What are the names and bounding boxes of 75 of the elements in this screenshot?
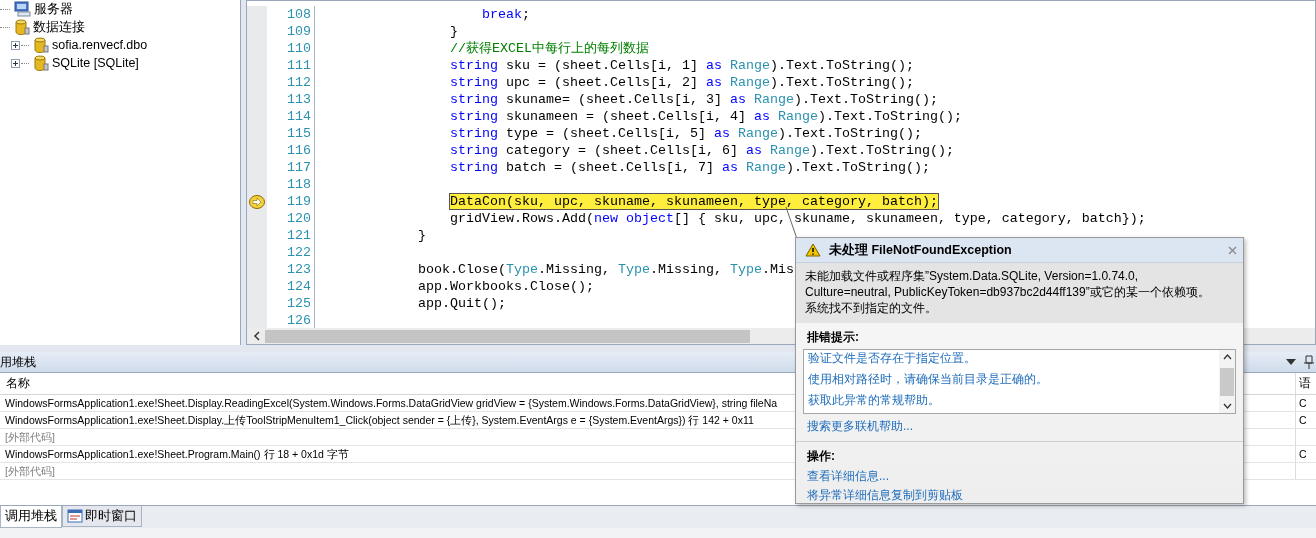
- line-number: 114: [286, 108, 311, 125]
- code-line: //获得EXCEL中每行上的每列数据: [450, 41, 649, 56]
- line-number: 120: [286, 210, 311, 227]
- window-icon: [67, 509, 83, 523]
- code-line: string sku = (sheet.Cells[i, 1] as Range).Text.ToString();: [450, 58, 914, 73]
- line-number: 124: [286, 278, 311, 295]
- code-line: break;: [481, 7, 530, 22]
- exception-title: 未处理 FileNotFoundException: [829, 241, 1012, 259]
- tip-link[interactable]: 使用相对路径时，请确保当前目录是正确的。: [808, 371, 1048, 392]
- tree-item[interactable]: sofia.renvecf.dbo: [52, 38, 148, 52]
- panel-title: 用堆栈: [0, 353, 36, 371]
- close-icon[interactable]: [1228, 245, 1237, 255]
- pin-icon[interactable]: [1304, 355, 1314, 369]
- tip-link[interactable]: 获取此异常的常规帮助。: [808, 392, 940, 413]
- dropdown-icon[interactable]: [1286, 359, 1296, 365]
- code-line: }: [418, 228, 426, 243]
- code-line: book.Close(Type.Missing, Type.Missing, Type.Mis: [418, 262, 794, 277]
- stack-frame[interactable]: [外部代码]: [5, 431, 55, 443]
- tree-item[interactable]: 服务器: [34, 0, 73, 18]
- line-number: 121: [286, 227, 311, 244]
- panel-tab[interactable]: 调用堆栈: [0, 506, 62, 528]
- line-number: 125: [286, 295, 311, 312]
- line-number: 123: [286, 261, 311, 278]
- database-icon: [14, 19, 30, 35]
- vertical-scrollbar[interactable]: [1219, 350, 1235, 413]
- code-line: app.Quit();: [418, 296, 506, 311]
- line-number: 110: [286, 40, 311, 57]
- scroll-left-icon[interactable]: [253, 331, 261, 341]
- scroll-down-icon[interactable]: [1222, 403, 1232, 409]
- language-cell: C: [1299, 414, 1307, 426]
- code-line: string skuname= (sheet.Cells[i, 3] as Range).Text.ToString();: [450, 92, 938, 107]
- line-number: 113: [286, 91, 311, 108]
- tip-link[interactable]: 验证文件是否存在于指定位置。: [808, 350, 976, 371]
- line-number: 119: [286, 193, 311, 210]
- language-cell: C: [1299, 397, 1307, 409]
- line-number: 112: [286, 74, 311, 91]
- section-heading: 操作:: [806, 448, 836, 465]
- code-line: string batch = (sheet.Cells[i, 7] as Range).Text.ToString();: [450, 160, 930, 175]
- line-number: 122: [286, 244, 311, 261]
- line-number: 115: [286, 125, 311, 142]
- line-number: 116: [286, 142, 311, 159]
- code-line: string upc = (sheet.Cells[i, 2] as Range).Text.ToString();: [450, 75, 914, 90]
- code-line: string type = (sheet.Cells[i, 5] as Range).Text.ToString();: [450, 126, 922, 141]
- expand-icon[interactable]: [11, 58, 20, 68]
- tree-item[interactable]: SQLite [SQLite]: [52, 56, 139, 70]
- section-heading: 排错提示:: [806, 329, 860, 346]
- line-number: 111: [286, 57, 311, 74]
- stack-frame[interactable]: WindowsFormsApplication1.exe!Sheet.Display.上传ToolStripMenuItem1_Click(object sender = {上传}, System.EventArgs e = {System.EventArgs}) 行 142 + 0x11: [5, 414, 754, 426]
- tree-item[interactable]: 数据连接: [33, 18, 85, 36]
- line-number: 118: [286, 176, 311, 193]
- panel-tab[interactable]: 即时窗口: [62, 506, 142, 527]
- code-line: gridView.Rows.Add(new object[] { sku, upc, skuname, skunameen, type, category, batch});: [450, 211, 1146, 226]
- line-number: 109: [286, 23, 311, 40]
- expand-icon[interactable]: [11, 40, 20, 50]
- stack-frame[interactable]: WindowsFormsApplication1.exe!Sheet.Program.Main() 行 18 + 0x1d 字节: [5, 448, 349, 460]
- line-number: 117: [286, 159, 311, 176]
- code-line: string category = (sheet.Cells[i, 6] as Range).Text.ToString();: [450, 143, 954, 158]
- code-line: app.Workbooks.Close();: [418, 279, 594, 294]
- stack-frame[interactable]: WindowsFormsApplication1.exe!Sheet.Display.ReadingExcel(System.Windows.Forms.DataGridView gridView = {System.Windows.Forms.DataGridView}, string fileNa: [5, 397, 778, 409]
- database-icon: [33, 55, 49, 71]
- action-link[interactable]: 查看详细信息...: [807, 468, 889, 484]
- action-link[interactable]: 将异常详细信息复制到剪贴板: [807, 487, 963, 503]
- warning-icon: [805, 243, 821, 257]
- scroll-up-icon[interactable]: [1222, 354, 1232, 360]
- line-number: 108: [286, 6, 311, 23]
- database-icon: [33, 37, 49, 53]
- line-number: 126: [286, 312, 311, 328]
- help-link[interactable]: 搜索更多联机帮助...: [807, 418, 913, 435]
- server-icon: [14, 1, 31, 17]
- code-line: }: [450, 24, 458, 39]
- code-line: string skunameen = (sheet.Cells[i, 4] as Range).Text.ToString();: [450, 109, 962, 124]
- column-header[interactable]: 语: [1296, 373, 1316, 394]
- exception-message: 未能加载文件或程序集”System.Data.SQLite, Version=1.0.74.0, Culture=neutral, PublicKeyToken=db937bc2d44ff139”或它的某一个依赖项。系统找不到指定的文件。: [796, 263, 1243, 323]
- language-cell: C: [1299, 448, 1307, 460]
- stack-frame[interactable]: [外部代码]: [5, 465, 55, 477]
